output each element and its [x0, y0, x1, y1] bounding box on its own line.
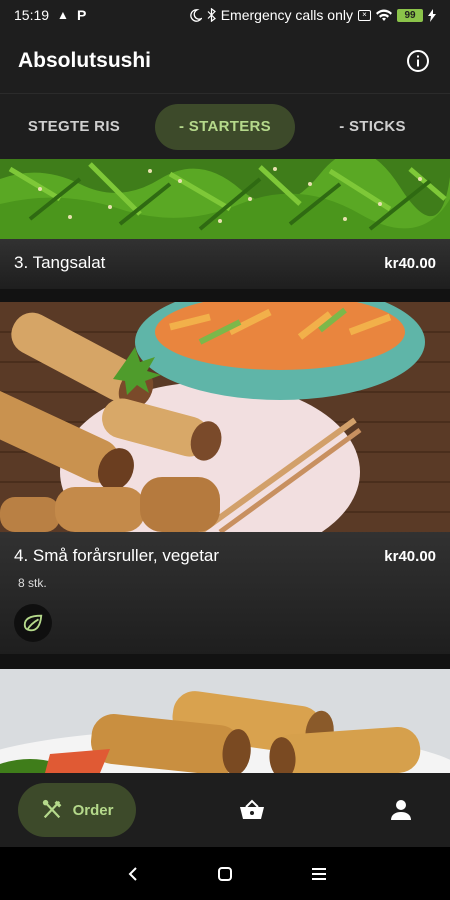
moon-icon	[189, 8, 202, 22]
charging-icon	[428, 8, 436, 22]
system-navigation-bar	[0, 847, 450, 900]
menu-item-price: kr40.00	[384, 548, 436, 565]
tab-starters[interactable]: - STARTERS	[155, 103, 295, 150]
spring-rolls-plate-image	[0, 669, 450, 773]
bottom-navigation: Order	[0, 773, 450, 847]
basket-icon	[240, 799, 264, 819]
info-button[interactable]	[404, 47, 432, 75]
home-button[interactable]	[212, 861, 238, 887]
menu-item-description: 8 stk.	[18, 576, 47, 590]
menu-item-card[interactable]	[0, 669, 450, 773]
sim-icon: ×	[358, 9, 371, 21]
menu-item-card[interactable]: 4. Små forårsruller, vegetar kr40.00 8 s…	[0, 302, 450, 654]
warning-icon: ▲	[57, 8, 69, 22]
battery-icon: 99	[397, 8, 423, 22]
menu-button[interactable]	[306, 861, 332, 887]
emergency-text: Emergency calls only	[220, 7, 353, 23]
basket-button[interactable]	[238, 796, 266, 824]
menu-item-name: 4. Små forårsruller, vegetar	[14, 546, 220, 565]
menu-item-name: 3. Tangsalat	[14, 253, 106, 272]
app-bar: Absolutsushi	[0, 30, 450, 92]
vegetarian-badge	[14, 604, 52, 642]
seaweed-salad-image	[0, 159, 450, 239]
order-label: Order	[72, 801, 114, 819]
tab-sticks[interactable]: - STICKS	[295, 104, 450, 150]
parking-icon: P	[76, 7, 87, 23]
status-time: 15:19	[14, 7, 50, 23]
order-button[interactable]: Order	[18, 783, 136, 837]
profile-button[interactable]	[387, 796, 415, 824]
menu-item-info: 3. Tangsalat kr40.00	[0, 239, 450, 289]
category-tabs: STEGTE RIS - STARTERS - STICKS	[0, 93, 450, 159]
menu-list: 3. Tangsalat kr40.00 4. Små forårsruller…	[0, 159, 450, 773]
back-icon	[128, 867, 137, 881]
app-title: Absolutsushi	[18, 49, 152, 72]
spring-rolls-image	[0, 302, 450, 532]
profile-icon	[391, 800, 411, 820]
menu-item-price: kr40.00	[384, 255, 436, 272]
menu-icon	[312, 868, 326, 880]
bluetooth-icon	[207, 8, 216, 22]
home-icon	[218, 867, 232, 881]
back-button[interactable]	[120, 861, 146, 887]
info-icon	[407, 50, 429, 72]
status-bar: 15:19 ▲ P Emergency calls only × 99	[0, 0, 450, 30]
fork-knife-icon	[42, 799, 61, 819]
leaf-icon	[23, 614, 43, 632]
tab-stegte-ris[interactable]: STEGTE RIS	[0, 104, 148, 150]
wifi-icon	[376, 9, 392, 21]
menu-item-info: 4. Små forårsruller, vegetar kr40.00 8 s…	[0, 532, 450, 654]
menu-item-card[interactable]: 3. Tangsalat kr40.00	[0, 159, 450, 289]
